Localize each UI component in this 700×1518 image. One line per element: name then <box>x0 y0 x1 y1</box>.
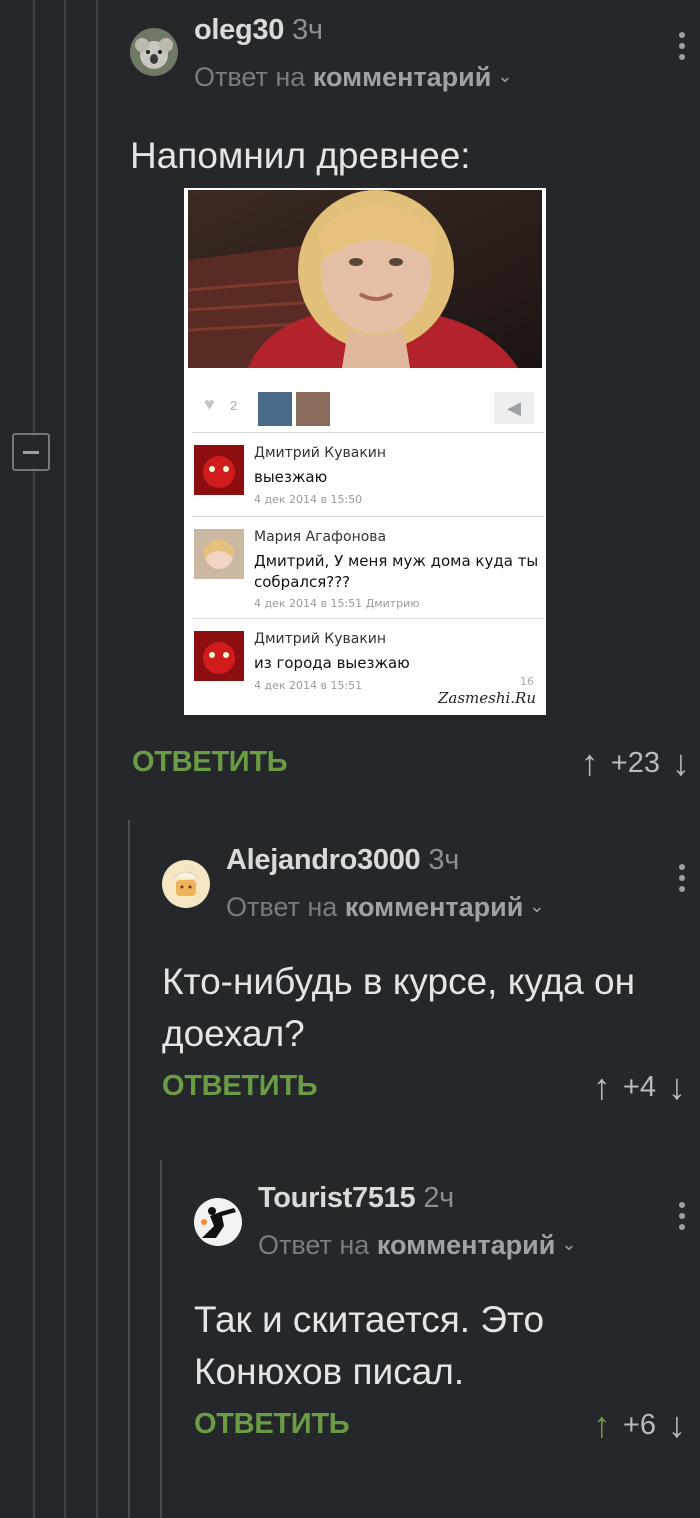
votes: ↑ +6 ↓ <box>593 1404 686 1446</box>
thread-line <box>64 0 66 1518</box>
collapse-icon[interactable] <box>12 433 50 471</box>
photo <box>188 190 542 368</box>
post-date: 4 дек 2014 в 15:50 <box>254 493 363 506</box>
comment-text: Напомнил древнее: <box>130 135 471 176</box>
comment-header: Tourist7515 2ч Ответ на комментарий ⌄ <box>194 1170 686 1260</box>
more-icon[interactable] <box>678 1202 686 1230</box>
reply-button[interactable]: ОТВЕТИТЬ <box>132 746 288 779</box>
reply-to[interactable]: Ответ на комментарий ⌄ <box>194 62 512 93</box>
rating: +6 <box>622 1408 656 1441</box>
post-date: 4 дек 2014 в 15:51 Дмитрию <box>254 597 420 610</box>
comment: Tourist7515 2ч Ответ на комментарий ⌄ Так … <box>194 1170 686 1452</box>
megaphone-icon: ◀ <box>494 392 534 424</box>
author-name[interactable]: Alejandro3000 <box>226 844 421 876</box>
chevron-down-icon[interactable]: ⌄ <box>561 1234 576 1255</box>
arrow-down-icon[interactable]: ↓ <box>672 742 690 784</box>
chevron-down-icon[interactable]: ⌄ <box>529 896 544 917</box>
comment-text: Так и скитается. Это Конюхов писал. <box>194 1299 545 1392</box>
comment-text: Кто-нибудь в курсе, куда он доехал? <box>162 961 636 1054</box>
author-name[interactable]: oleg30 <box>194 14 284 46</box>
author[interactable]: Tourist7515 2ч <box>258 1182 454 1215</box>
liker-avatar <box>258 392 292 426</box>
chevron-down-icon[interactable]: ⌄ <box>497 66 512 87</box>
post-message: из города выезжаю <box>254 654 410 672</box>
comment-time: 3ч <box>292 14 323 46</box>
comment-time: 2ч <box>423 1182 454 1214</box>
image-action-bar: ♥ 2 ◀ <box>192 388 542 428</box>
author[interactable]: oleg30 3ч <box>194 14 323 47</box>
image-post: Дмитрий Кувакин выезжаю 4 дек 2014 в 15:… <box>192 432 544 517</box>
comment: oleg30 3ч Ответ на комментарий ⌄ Напомнил … <box>130 0 686 182</box>
avatar <box>194 631 244 681</box>
thread-line <box>128 820 130 1518</box>
post-likes: 16 <box>520 675 534 688</box>
more-icon[interactable] <box>678 32 686 60</box>
post-author: Дмитрий Кувакин <box>254 445 387 461</box>
post-message: Дмитрий, У меня муж дома куда ты собралс… <box>254 552 539 591</box>
reply-prefix: Ответ на <box>258 1230 370 1260</box>
votes: ↑ +4 ↓ <box>593 1066 686 1108</box>
comment-actions: ОТВЕТИТЬ ↑ +23 ↓ <box>132 740 690 790</box>
author[interactable]: Alejandro3000 3ч <box>226 844 459 877</box>
avatar[interactable] <box>130 28 178 76</box>
post-author: Мария Агафонова <box>254 529 387 545</box>
avatar[interactable] <box>162 860 210 908</box>
author-name[interactable]: Tourist7515 <box>258 1182 416 1214</box>
reply-prefix: Ответ на <box>194 62 306 92</box>
comment-image[interactable]: ♥ 2 ◀ Дмитрий Кувакин выезжаю 4 дек 2014… <box>184 188 546 715</box>
post-message: выезжаю <box>254 468 328 486</box>
comment-header: oleg30 3ч Ответ на комментарий ⌄ <box>130 0 686 92</box>
arrow-up-icon[interactable]: ↑ <box>593 1066 611 1108</box>
post-reply-to: Дмитрию <box>365 597 420 610</box>
arrow-down-icon[interactable]: ↓ <box>668 1404 686 1446</box>
rating: +4 <box>622 1070 656 1103</box>
reply-target[interactable]: комментарий <box>313 62 492 92</box>
more-icon[interactable] <box>678 864 686 892</box>
comment-header: Alejandro3000 3ч Ответ на комментарий ⌄ <box>162 832 686 922</box>
votes: ↑ +23 ↓ <box>581 742 690 784</box>
reply-prefix: Ответ на <box>226 892 338 922</box>
avatar[interactable] <box>194 1198 242 1246</box>
reply-to[interactable]: Ответ на комментарий ⌄ <box>258 1230 576 1261</box>
watermark: Zasmeshi.Ru <box>437 689 536 707</box>
reply-button[interactable]: ОТВЕТИТЬ <box>194 1408 350 1441</box>
liker-avatar <box>296 392 330 426</box>
comment: Alejandro3000 3ч Ответ на комментарий ⌄ Кт… <box>162 832 686 1114</box>
image-post: Мария Агафонова Дмитрий, У меня муж дома… <box>192 516 544 619</box>
thread-line <box>96 0 98 1518</box>
image-likes: 2 <box>230 398 238 413</box>
arrow-down-icon[interactable]: ↓ <box>668 1066 686 1108</box>
reply-target[interactable]: комментарий <box>377 1230 556 1260</box>
arrow-up-icon[interactable]: ↑ <box>593 1404 611 1446</box>
post-date: 4 дек 2014 в 15:51 <box>254 679 363 692</box>
reply-target[interactable]: комментарий <box>345 892 524 922</box>
post-date-value: 4 дек 2014 в 15:51 <box>254 597 363 610</box>
avatar <box>194 529 244 579</box>
post-author: Дмитрий Кувакин <box>254 631 387 647</box>
rating: +23 <box>610 746 660 779</box>
reply-to[interactable]: Ответ на комментарий ⌄ <box>226 892 544 923</box>
avatar <box>194 445 244 495</box>
reply-button[interactable]: ОТВЕТИТЬ <box>162 1070 318 1103</box>
thread-line <box>160 1160 162 1518</box>
arrow-up-icon[interactable]: ↑ <box>581 742 599 784</box>
thread-line <box>33 0 35 1518</box>
heart-icon: ♥ <box>204 394 215 414</box>
comment-time: 3ч <box>428 844 459 876</box>
